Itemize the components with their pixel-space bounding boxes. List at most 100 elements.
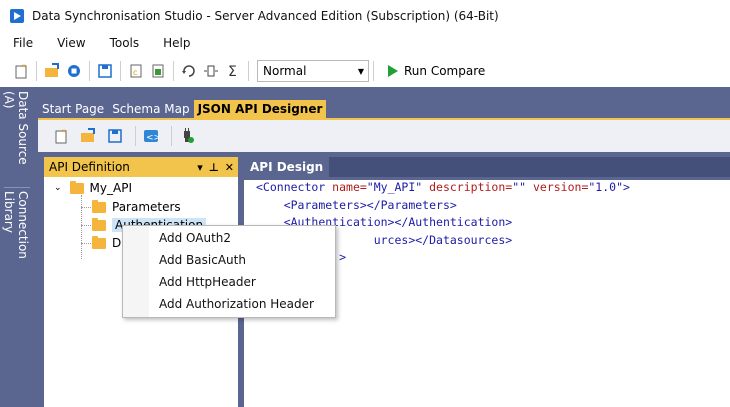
- open-folder-icon: [81, 128, 95, 142]
- import-button[interactable]: c: [125, 60, 147, 82]
- menu-view[interactable]: View: [44, 36, 96, 50]
- new-definition-button[interactable]: *: [50, 125, 72, 147]
- toolbar-separator: [373, 61, 374, 81]
- close-icon[interactable]: ✕: [225, 161, 234, 174]
- svg-text:c: c: [133, 68, 137, 77]
- menu-bar: File View Tools Help: [0, 32, 730, 54]
- code-token: <Connector: [256, 180, 326, 194]
- svg-text:*: *: [22, 63, 26, 72]
- toolbar-separator: [171, 126, 172, 146]
- menu-item-add-httpheader[interactable]: Add HttpHeader: [159, 271, 256, 293]
- code-icon: <>: [144, 130, 159, 143]
- title-bar: Data Synchronisation Studio - Server Adv…: [0, 0, 730, 32]
- tab-start-page[interactable]: Start Page: [38, 100, 108, 118]
- new-file-icon: *: [15, 63, 27, 79]
- chevron-down-icon[interactable]: ⌄: [54, 183, 62, 193]
- folder-icon: [92, 217, 106, 231]
- main-toolbar: * c Σ Normal ▼ Run Compare: [0, 56, 730, 86]
- designer-toolbar: * <>: [38, 120, 730, 152]
- code-line-2: <Parameters></Parameters>: [283, 197, 457, 212]
- connect-button[interactable]: [176, 125, 198, 147]
- tree-root-label: My_API: [89, 181, 132, 195]
- code-token: "My_API": [366, 180, 423, 194]
- tree-line: [81, 207, 91, 208]
- toolbar-separator: [173, 61, 174, 81]
- tab-api-design[interactable]: API Design: [244, 157, 330, 177]
- grid-document-icon: [152, 64, 164, 78]
- toolbar-separator: [248, 61, 249, 81]
- folder-icon: [69, 180, 84, 194]
- menu-item-add-oauth2[interactable]: Add OAuth2: [159, 227, 231, 249]
- menu-help[interactable]: Help: [150, 36, 201, 50]
- new-project-button[interactable]: *: [10, 60, 32, 82]
- menu-tools[interactable]: Tools: [97, 36, 151, 50]
- svg-text:*: *: [62, 128, 66, 137]
- window-title: Data Synchronisation Studio - Server Adv…: [32, 9, 499, 23]
- menu-item-add-authorization-header[interactable]: Add Authorization Header: [159, 293, 314, 315]
- pane-menu-icon[interactable]: ▾: [197, 161, 203, 174]
- toolbar-separator: [36, 61, 37, 81]
- save-definition-button[interactable]: [104, 125, 126, 147]
- tree-node-datasources[interactable]: D: [92, 234, 121, 252]
- save-icon: [98, 64, 112, 78]
- api-definition-title: API Definition: [49, 160, 130, 174]
- open-definition-button[interactable]: [77, 125, 99, 147]
- mode-select-value: Normal: [263, 64, 307, 78]
- code-token: >: [623, 180, 630, 194]
- side-tab-connection-library-label: Connection Library: [2, 191, 30, 259]
- menu-file[interactable]: File: [0, 36, 44, 50]
- save-button[interactable]: [94, 60, 116, 82]
- code-line-5: >: [339, 250, 347, 264]
- svg-text:<>: <>: [146, 133, 159, 143]
- mode-select[interactable]: Normal ▼: [257, 60, 369, 82]
- code-token: "1.0": [588, 180, 623, 194]
- context-menu: Add OAuth2 Add BasicAuth Add HttpHeader …: [122, 225, 336, 318]
- stop-icon: [68, 65, 80, 77]
- side-tab-connection-library[interactable]: Connection Library: [0, 191, 32, 295]
- chevron-down-icon: ▼: [357, 66, 364, 76]
- svg-text:Σ: Σ: [228, 64, 237, 79]
- code-token: description=: [422, 180, 513, 194]
- folder-icon: [92, 235, 106, 249]
- side-tab-divider: [4, 187, 30, 188]
- tab-schema-map[interactable]: Schema Map: [108, 100, 193, 118]
- tree-line: [81, 225, 91, 226]
- menu-item-add-basicauth[interactable]: Add BasicAuth: [159, 249, 246, 271]
- open-folder-icon: [45, 63, 59, 77]
- tab-json-api-designer[interactable]: JSON API Designer: [193, 100, 327, 118]
- document-import-icon: c: [130, 64, 142, 78]
- save-icon: [108, 129, 122, 143]
- open-button[interactable]: [41, 60, 63, 82]
- api-definition-header: API Definition ▾ ⊥ ✕: [44, 157, 238, 177]
- tree-line: [81, 195, 82, 259]
- refresh-icon: [182, 65, 195, 77]
- plug-icon: [184, 128, 194, 143]
- code-token: version=: [526, 180, 589, 194]
- stop-button[interactable]: [63, 60, 85, 82]
- folder-icon: [92, 199, 106, 213]
- refresh-button[interactable]: [178, 60, 200, 82]
- toolbar-separator: [120, 61, 121, 81]
- tree-node-parameters[interactable]: Parameters: [92, 198, 181, 216]
- tree-node-root[interactable]: ⌄ My_API: [54, 179, 132, 197]
- split-button[interactable]: [200, 60, 222, 82]
- tree-node-label: D: [112, 236, 122, 250]
- code-view-button[interactable]: <>: [140, 125, 162, 147]
- tree-node-label: Parameters: [112, 200, 181, 214]
- code-token: "": [512, 180, 527, 194]
- pin-icon[interactable]: ⊥: [209, 161, 219, 174]
- grid-button[interactable]: [147, 60, 169, 82]
- toolbar-separator: [135, 126, 136, 146]
- tree-line: [81, 243, 91, 244]
- pane-controls: ▾ ⊥ ✕: [197, 161, 234, 174]
- sum-button[interactable]: Σ: [222, 60, 244, 82]
- side-tab-data-source-label: Data Source (A): [2, 91, 30, 165]
- side-tab-data-source[interactable]: Data Source (A): [0, 91, 32, 183]
- toolbar-separator: [89, 61, 90, 81]
- sigma-icon: Σ: [228, 64, 237, 79]
- run-compare-button[interactable]: Run Compare: [388, 64, 485, 78]
- code-token: name=: [325, 180, 367, 194]
- workspace: Data Source (A) Connection Library Start…: [0, 87, 730, 407]
- app-logo-icon: [10, 9, 24, 23]
- context-menu-gutter: [123, 226, 149, 317]
